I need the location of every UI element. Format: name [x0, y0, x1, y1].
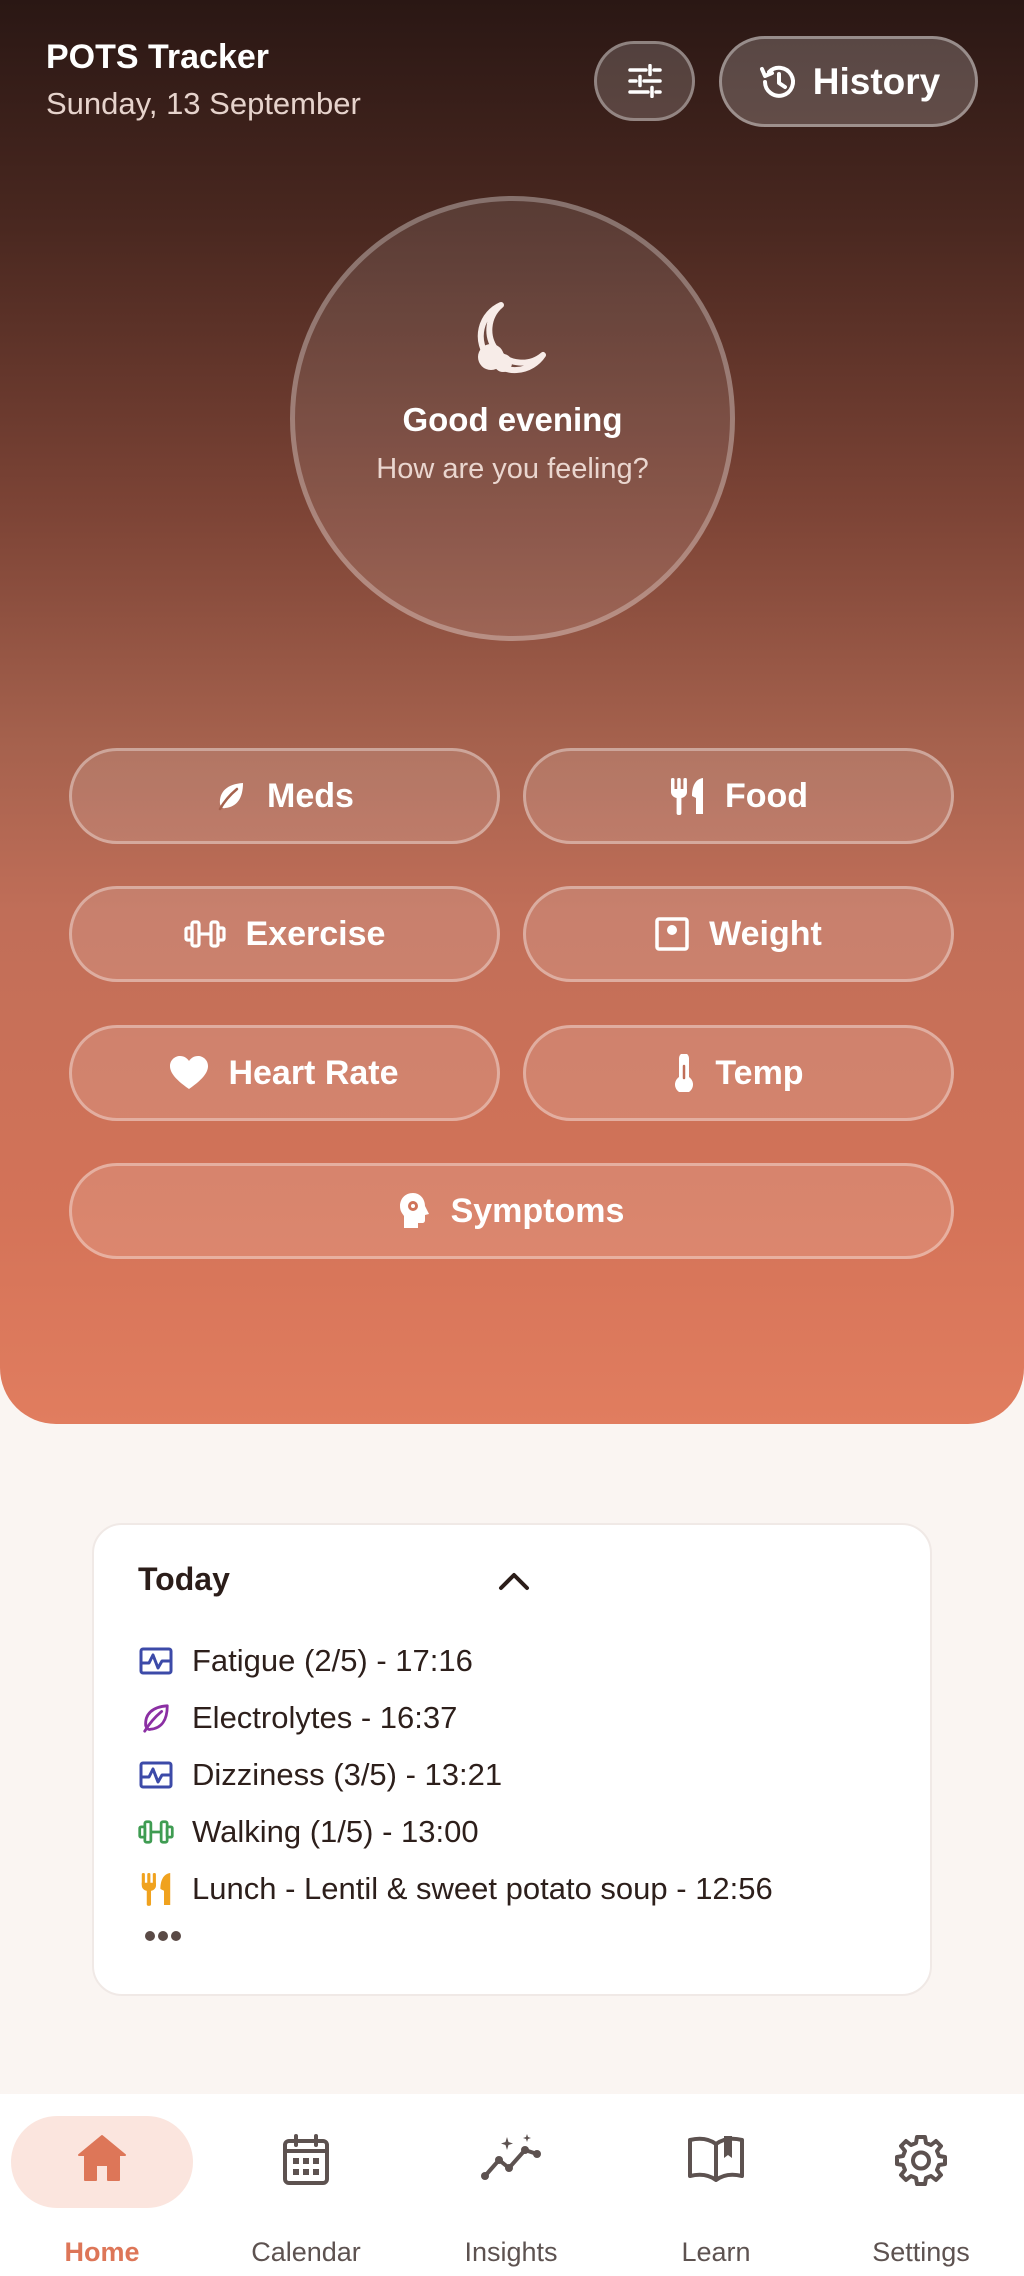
scale-icon	[655, 917, 689, 951]
food-label: Food	[724, 776, 809, 815]
nav-settings[interactable]: Settings	[819, 2094, 1023, 2276]
history-icon	[759, 65, 795, 98]
nav-home[interactable]: Home	[0, 2094, 204, 2276]
today-title: Today	[138, 1561, 230, 1597]
head-gear-icon	[399, 1193, 429, 1228]
app-title: POTS Tracker	[46, 38, 270, 76]
exercise-label: Exercise	[245, 914, 386, 953]
nav-label: Insights	[464, 2237, 558, 2267]
history-button[interactable]: History	[719, 36, 978, 127]
history-label: History	[812, 60, 941, 102]
entry-text: Walking (1/5) - 13:00	[192, 1813, 479, 1849]
nav-label: Calendar	[251, 2237, 361, 2267]
heart-icon	[170, 1056, 209, 1089]
symptom-chart-icon	[138, 1757, 174, 1793]
tune-icon	[627, 64, 662, 98]
weight-label: Weight	[709, 914, 822, 953]
calendar-icon	[283, 2134, 329, 2185]
food-button[interactable]: Food	[523, 748, 954, 844]
nav-insights[interactable]: Insights	[409, 2094, 613, 2276]
hero-panel: POTS Tracker Sunday, 13 September Histor…	[0, 0, 1024, 1424]
thermometer-icon	[675, 1054, 694, 1092]
home-icon	[78, 2135, 126, 2181]
leaf-icon	[138, 1700, 174, 1736]
dumbbell-icon	[183, 920, 226, 948]
entry-text: Lunch - Lentil & sweet potato soup - 12:…	[192, 1870, 773, 1906]
current-date: Sunday, 13 September	[46, 86, 361, 121]
list-item[interactable]: Lunch - Lentil & sweet potato soup - 12:…	[138, 1860, 773, 1917]
entry-text: Dizziness (3/5) - 13:21	[192, 1756, 503, 1792]
leaf-icon	[218, 783, 244, 811]
nav-label: Home	[64, 2237, 140, 2267]
nav-learn[interactable]: Learn	[614, 2094, 818, 2276]
meds-button[interactable]: Meds	[69, 748, 500, 844]
entry-text: Fatigue (2/5) - 17:16	[192, 1642, 473, 1678]
more-horizontal-icon[interactable]	[144, 1930, 182, 1942]
gear-icon	[895, 2135, 947, 2186]
symptoms-label: Symptoms	[450, 1191, 625, 1230]
nav-label: Learn	[681, 2237, 751, 2267]
fork-knife-icon	[670, 778, 703, 815]
entry-text: Electrolytes - 16:37	[192, 1699, 458, 1735]
heart-rate-label: Heart Rate	[228, 1053, 399, 1092]
book-icon	[688, 2136, 744, 2182]
list-item[interactable]: Dizziness (3/5) - 13:21	[138, 1746, 773, 1803]
list-item[interactable]: Fatigue (2/5) - 17:16	[138, 1632, 773, 1689]
fork-knife-icon	[138, 1871, 174, 1907]
nav-label: Settings	[872, 2237, 970, 2267]
dumbbell-icon	[138, 1814, 174, 1850]
today-entries-list: Fatigue (2/5) - 17:16 Electrolytes - 16:…	[138, 1632, 773, 1917]
exercise-button[interactable]: Exercise	[69, 886, 500, 982]
greeting-title: Good evening	[402, 401, 623, 438]
insights-icon	[481, 2134, 541, 2180]
moon-icon	[477, 302, 546, 374]
today-summary-card: Today Fatigue (2/5) - 17:16 Electrolytes…	[92, 1523, 932, 1996]
list-item[interactable]: Walking (1/5) - 13:00	[138, 1803, 773, 1860]
heart-rate-button[interactable]: Heart Rate	[69, 1025, 500, 1121]
weight-button[interactable]: Weight	[523, 886, 954, 982]
temp-label: Temp	[715, 1053, 804, 1092]
bottom-navigation: Home Calendar Insights Learn Settings	[0, 2094, 1024, 2276]
greeting-subtitle: How are you feeling?	[376, 453, 649, 485]
temp-button[interactable]: Temp	[523, 1025, 954, 1121]
chevron-up-icon[interactable]	[498, 1571, 530, 1591]
symptom-chart-icon	[138, 1643, 174, 1679]
symptoms-button[interactable]: Symptoms	[69, 1163, 954, 1259]
filter-button[interactable]	[594, 41, 695, 121]
nav-calendar[interactable]: Calendar	[204, 2094, 408, 2276]
meds-label: Meds	[267, 776, 354, 815]
mood-check-button[interactable]: Good evening How are you feeling?	[290, 196, 735, 641]
list-item[interactable]: Electrolytes - 16:37	[138, 1689, 773, 1746]
